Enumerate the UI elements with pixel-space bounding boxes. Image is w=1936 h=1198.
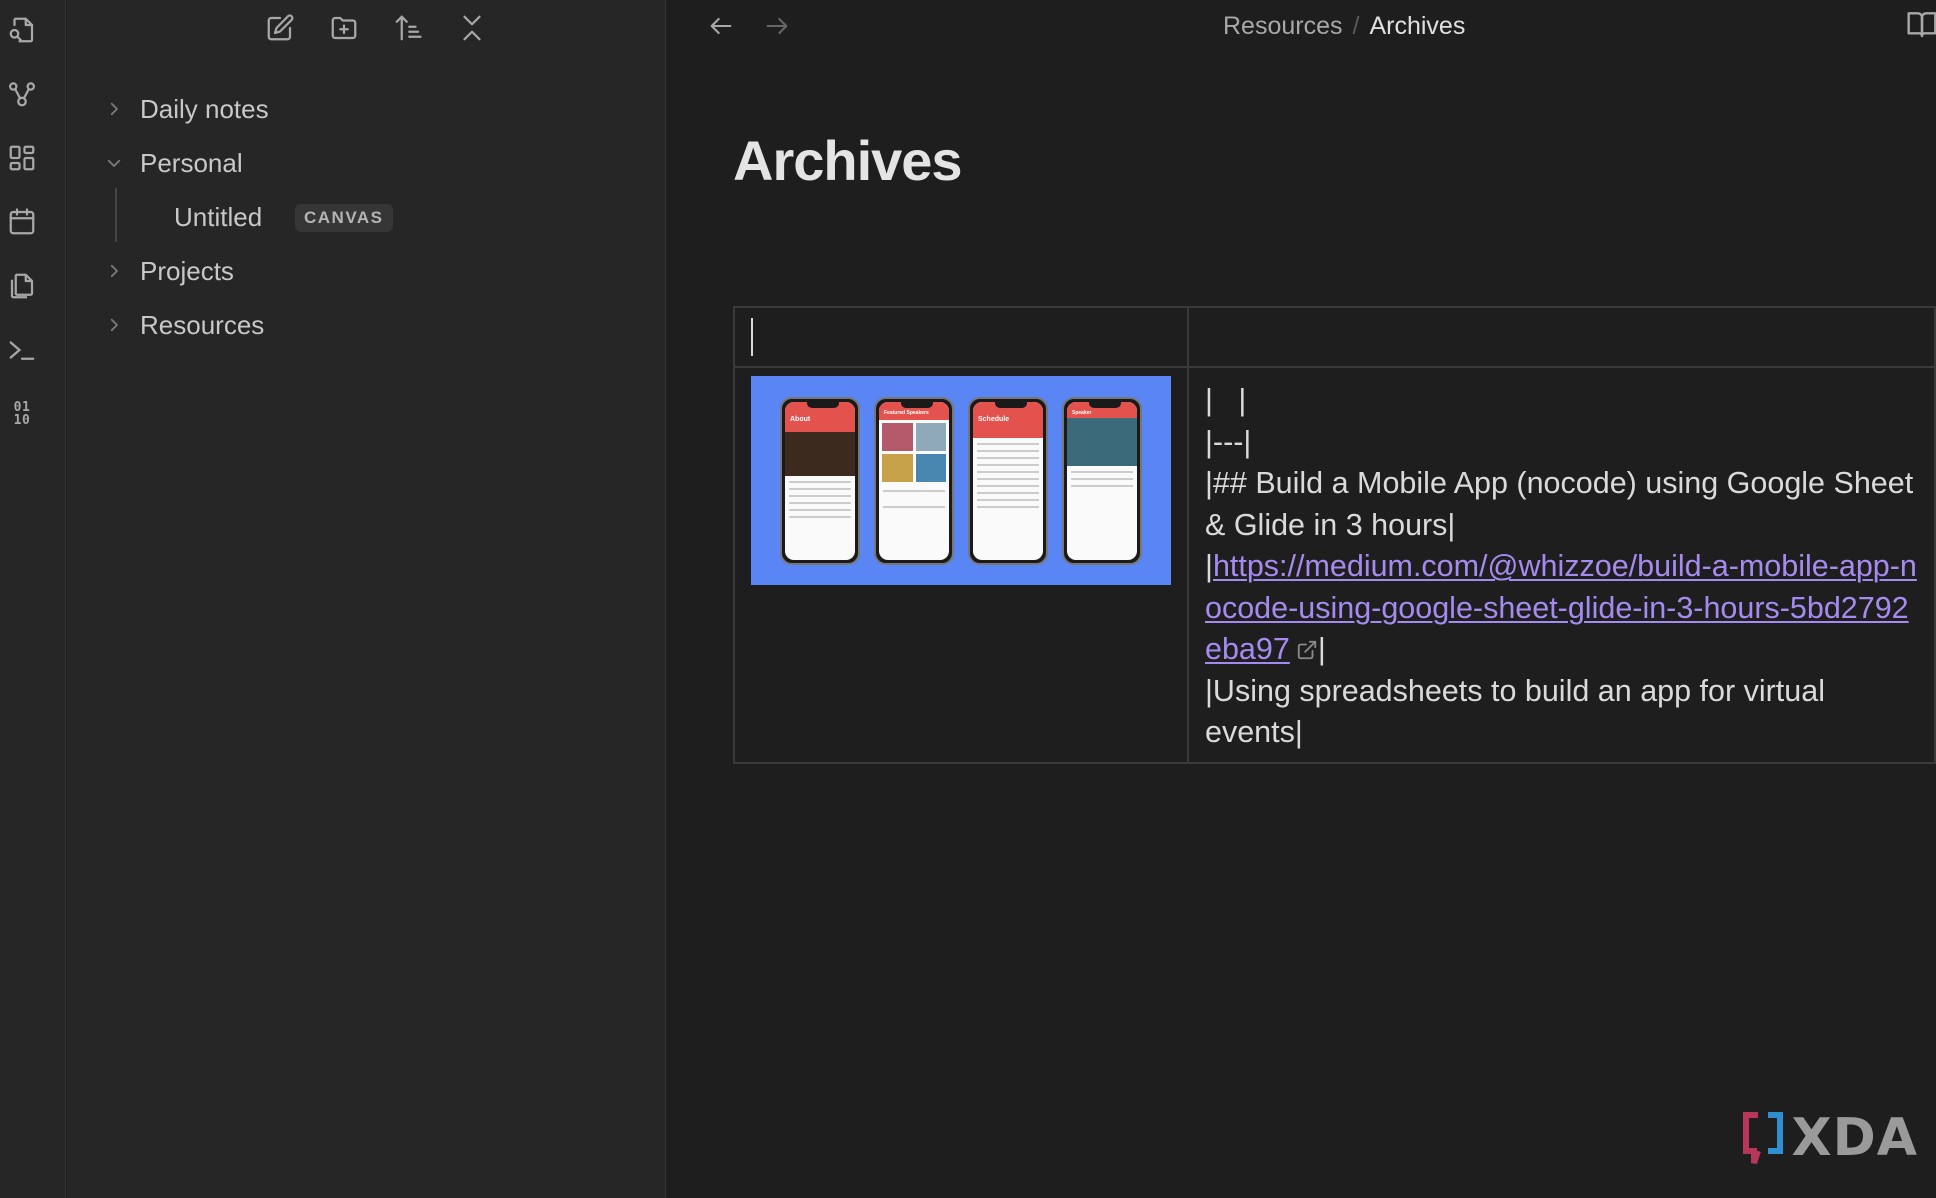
terminal-icon[interactable] <box>4 332 40 368</box>
cell-line-pipes: | | <box>1205 383 1247 417</box>
xda-logo-text: XDA <box>1791 1108 1918 1168</box>
note-table: About Featured Speakers Schedule Speaker… <box>733 306 1936 764</box>
chevron-right-icon <box>110 318 118 332</box>
tree-file-untitled-canvas[interactable]: Untitled CANVAS <box>67 190 665 244</box>
file-explorer: Daily notes Personal Untitled CANVAS Pro… <box>67 0 666 1198</box>
table-header-row <box>733 306 1936 368</box>
breadcrumb: Resources / Archives <box>1223 8 1465 44</box>
text-cursor <box>751 318 753 356</box>
xda-logo-icon <box>1742 1112 1783 1164</box>
back-button[interactable] <box>703 8 739 44</box>
cell-line-separator: |---| <box>1205 424 1252 459</box>
tree-item-label: Resources <box>140 309 265 340</box>
table-cell-text[interactable]: | | |---| |## Build a Mobile App (nocode… <box>1187 366 1936 764</box>
xda-watermark: XDA <box>1742 1108 1919 1168</box>
link-suffix: | <box>1317 632 1326 666</box>
collapse-all-icon[interactable] <box>455 10 489 46</box>
cell-line-link: |https://medium.com/@whizzoe/build-a-mob… <box>1205 546 1918 671</box>
binary-icon[interactable]: 01 10 <box>4 396 40 432</box>
external-link-icon <box>1297 640 1316 660</box>
new-note-icon[interactable] <box>263 10 297 46</box>
tree-folder-daily-notes[interactable]: Daily notes <box>67 82 665 136</box>
breadcrumb-separator: / <box>1352 11 1360 40</box>
breadcrumb-current[interactable]: Archives <box>1369 12 1465 41</box>
tree-folder-projects[interactable]: Projects <box>67 244 665 298</box>
left-ribbon: 01 10 <box>0 0 66 1198</box>
reading-view-button[interactable] <box>1906 8 1936 44</box>
phone-mockup-speaker-profile: Speaker <box>1062 396 1142 565</box>
editor-pane: Resources / Archives Archives About Feat… <box>667 0 1936 1198</box>
table-header-cell[interactable] <box>733 306 1189 368</box>
arrow-right-icon <box>766 17 788 35</box>
new-folder-icon[interactable] <box>327 10 361 46</box>
note-title[interactable]: Archives <box>733 128 963 193</box>
file-explorer-toolbar <box>67 10 665 50</box>
cell-line-heading: |## Build a Mobile App (nocode) using Go… <box>1205 466 1914 542</box>
tree-item-label: Untitled <box>174 201 263 232</box>
tree-item-label: Personal <box>140 147 243 178</box>
calendar-icon[interactable] <box>4 204 40 240</box>
chevron-right-icon <box>110 102 118 116</box>
chevron-down-icon <box>107 159 121 167</box>
layout-icon[interactable] <box>4 140 40 176</box>
file-type-badge: CANVAS <box>295 204 393 232</box>
tree-folder-resources[interactable]: Resources <box>67 298 665 352</box>
tree-item-label: Daily notes <box>140 93 269 124</box>
tree-item-label: Projects <box>140 255 234 286</box>
breadcrumb-parent[interactable]: Resources <box>1223 12 1343 41</box>
phone-mockup-schedule: Schedule <box>968 396 1048 565</box>
table-cell-image[interactable]: About Featured Speakers Schedule Speaker <box>733 366 1189 764</box>
binary-icon-bottom: 10 <box>13 413 31 428</box>
file-tree: Daily notes Personal Untitled CANVAS Pro… <box>67 82 665 352</box>
graph-view-icon[interactable] <box>4 76 40 112</box>
link-prefix: | <box>1205 549 1213 583</box>
table-row: About Featured Speakers Schedule Speaker… <box>733 366 1936 764</box>
arrow-left-icon <box>710 17 732 35</box>
phone-mockup-speakers: Featured Speakers <box>874 396 954 565</box>
book-open-icon <box>1907 12 1936 38</box>
sort-icon[interactable] <box>391 10 425 46</box>
chevron-right-icon <box>110 264 118 278</box>
forward-button[interactable] <box>759 8 795 44</box>
table-header-cell[interactable] <box>1187 306 1936 368</box>
tree-folder-personal[interactable]: Personal <box>67 136 665 190</box>
search-file-icon[interactable] <box>4 12 40 48</box>
phone-mockup-about: About <box>780 396 860 565</box>
embedded-image[interactable]: About Featured Speakers Schedule Speaker <box>751 376 1171 585</box>
cell-line-description: |Using spreadsheets to build an app for … <box>1205 673 1825 750</box>
copy-pages-icon[interactable] <box>4 268 40 304</box>
